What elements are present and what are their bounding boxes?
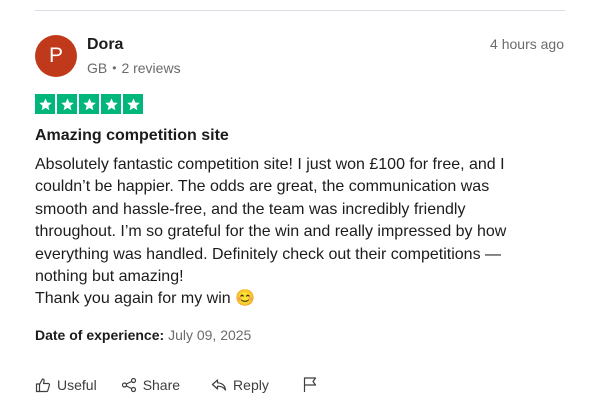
star-icon: [57, 94, 77, 114]
avatar[interactable]: P: [35, 35, 77, 77]
review-body: Absolutely fantastic competition site! I…: [35, 154, 560, 311]
useful-button[interactable]: Useful: [35, 377, 97, 393]
review-body-line: throughout. I’m so grateful for the win …: [35, 223, 507, 241]
star-icon: [101, 94, 121, 114]
date-of-experience-value: July 09, 2025: [168, 327, 252, 343]
review-body-line: everything was handled. Definitely check…: [35, 245, 502, 263]
reviewer-name[interactable]: Dora: [87, 36, 123, 54]
flag-icon: [303, 377, 316, 392]
useful-label: Useful: [57, 376, 97, 393]
reply-label: Reply: [233, 376, 269, 393]
reply-button[interactable]: Reply: [211, 377, 269, 393]
reviewer-meta: GB • 2 reviews: [87, 60, 181, 76]
reply-icon: [211, 378, 227, 391]
review-title: Amazing competition site: [35, 127, 229, 144]
star-icon: [79, 94, 99, 114]
flag-button[interactable]: [302, 376, 318, 393]
avatar-initial: P: [48, 44, 63, 67]
date-of-experience: Date of experience: July 09, 2025: [35, 327, 251, 343]
review-body-line: Thank you again for my win 😊: [35, 290, 256, 308]
review-body-line: couldn’t be happier. The odds are great,…: [35, 178, 490, 196]
share-label: Share: [142, 376, 181, 393]
review-actions: Useful Share Reply: [35, 376, 318, 393]
thumbs-up-icon: [35, 377, 51, 392]
top-divider: [35, 10, 565, 11]
share-button[interactable]: Share: [121, 377, 180, 393]
star-icon: [35, 94, 55, 114]
reviewer-country: GB: [87, 60, 108, 76]
review-body-line: nothing but amazing!: [35, 268, 184, 286]
review-timestamp: 4 hours ago: [490, 36, 564, 52]
review-body-line: Absolutely fantastic competition site! I…: [35, 156, 505, 173]
meta-separator: •: [112, 61, 117, 75]
review-body-line: smooth and hassle-free, and the team was…: [35, 200, 466, 218]
share-icon: [121, 377, 136, 392]
reviewer-review-count: 2 reviews: [121, 60, 181, 76]
star-icon: [123, 94, 143, 114]
date-of-experience-label: Date of experience:: [35, 327, 165, 343]
star-rating: [35, 94, 143, 114]
